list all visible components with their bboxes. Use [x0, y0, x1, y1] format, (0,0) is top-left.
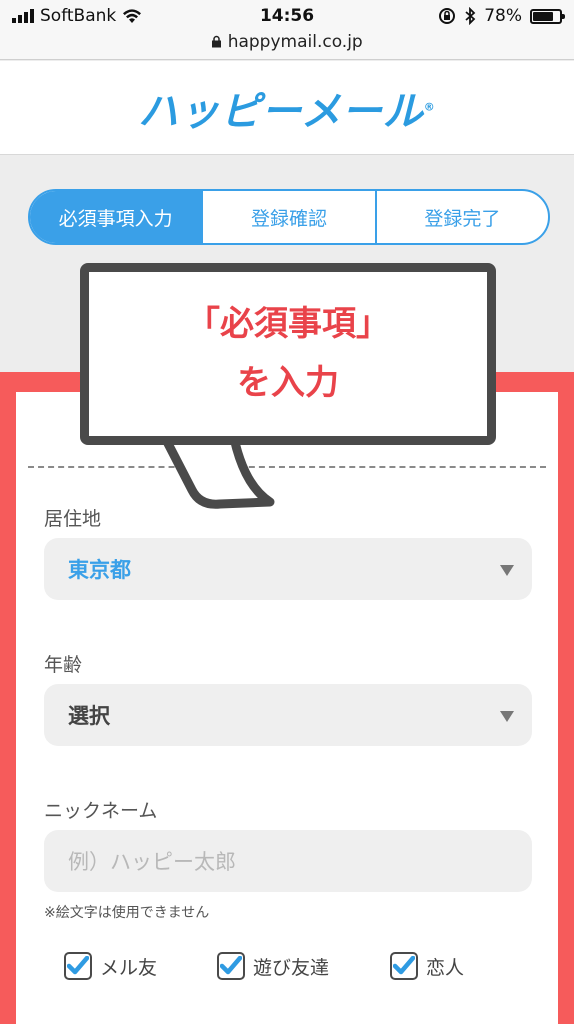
age-select[interactable]: 選択 [44, 684, 532, 746]
battery-icon [530, 8, 565, 24]
step-required-input: 必須事項入力 [30, 191, 202, 243]
step-complete: 登録完了 [374, 191, 548, 243]
url-bar[interactable]: happymail.co.jp [0, 32, 574, 52]
residence-select[interactable]: 東京都 [44, 538, 532, 600]
registered-mark: ® [423, 100, 436, 114]
checkbox-label: メル友 [100, 956, 158, 979]
checkmark-icon [220, 956, 242, 975]
status-icons: 78% [438, 6, 565, 26]
checkmark-icon [393, 956, 415, 975]
checkbox[interactable] [217, 952, 245, 980]
orientation-lock-icon [439, 8, 456, 24]
nickname-note: ※絵文字は使用できません [44, 905, 210, 921]
age-label: 年齢 [44, 654, 83, 676]
battery-percent: 78% [484, 6, 522, 26]
checkbox[interactable] [390, 952, 418, 980]
checkbox-label: 恋人 [426, 956, 465, 979]
lock-icon [212, 35, 222, 48]
residence-label: 居住地 [44, 508, 102, 530]
callout-subtitle: を入力 [237, 363, 339, 403]
purpose-checkboxes: メル友 遊び友達 恋人 [64, 952, 534, 986]
bluetooth-icon [465, 7, 476, 25]
step-confirm: 登録確認 [201, 191, 374, 243]
purpose-mail-friend[interactable]: メル友 [64, 952, 157, 980]
checkmark-icon [67, 956, 89, 975]
checkbox[interactable] [64, 952, 92, 980]
site-header: ハッピーメール® [0, 61, 574, 155]
callout-title: 「必須事項」 [186, 304, 390, 344]
logo-text: ハッピーメール [138, 88, 424, 135]
nickname-label: ニックネーム [44, 800, 158, 822]
section-divider [28, 466, 546, 468]
annotation-callout: 「必須事項」 を入力 [80, 263, 496, 445]
happymail-logo[interactable]: ハッピーメール® [138, 79, 435, 137]
checkbox-label: 遊び友達 [253, 956, 330, 979]
url-text: happymail.co.jp [227, 32, 363, 52]
purpose-play-friend[interactable]: 遊び友達 [217, 952, 329, 980]
registration-steps: 必須事項入力 登録確認 登録完了 [28, 189, 550, 245]
nickname-input[interactable]: 例）ハッピー太郎 [44, 830, 532, 892]
purpose-lover[interactable]: 恋人 [390, 952, 464, 980]
status-bar: SoftBank 14:56 78% happymail.co.jp [0, 0, 574, 60]
